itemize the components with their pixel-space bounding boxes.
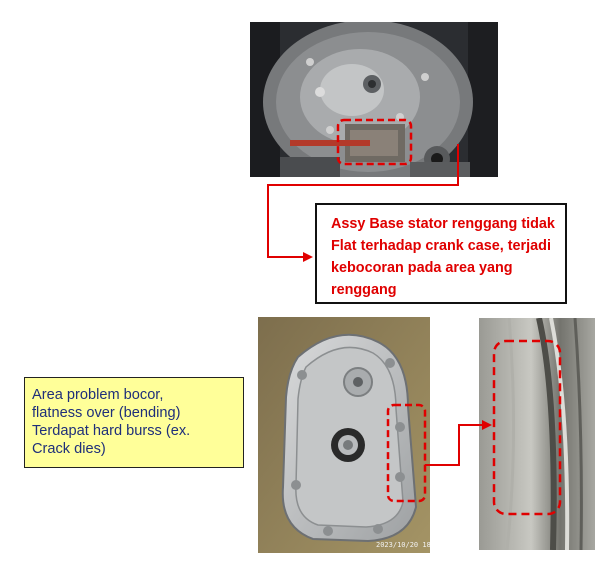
bending-closeup-photo xyxy=(479,318,595,550)
zoom-connector-line xyxy=(425,424,483,466)
bending-closeup-image xyxy=(479,318,595,550)
engine-crankcase-photo xyxy=(250,22,498,177)
problem-area-note: Area problem bocor, flatness over (bendi… xyxy=(24,377,244,468)
defect-callout-text: Assy Base stator renggang tidak Flat ter… xyxy=(331,216,555,298)
problem-area-note-text: Area problem bocor, flatness over (bendi… xyxy=(32,387,191,457)
engine-crankcase-image xyxy=(250,22,498,177)
top-connector-arrowhead xyxy=(303,252,313,262)
defect-callout-box: Assy Base stator renggang tidak Flat ter… xyxy=(315,203,567,304)
photo-timestamp: 2023/10/20 18:3 xyxy=(376,541,430,549)
stator-base-cover-image xyxy=(258,317,430,553)
stator-base-cover-photo: 2023/10/20 18:3 xyxy=(258,317,430,553)
